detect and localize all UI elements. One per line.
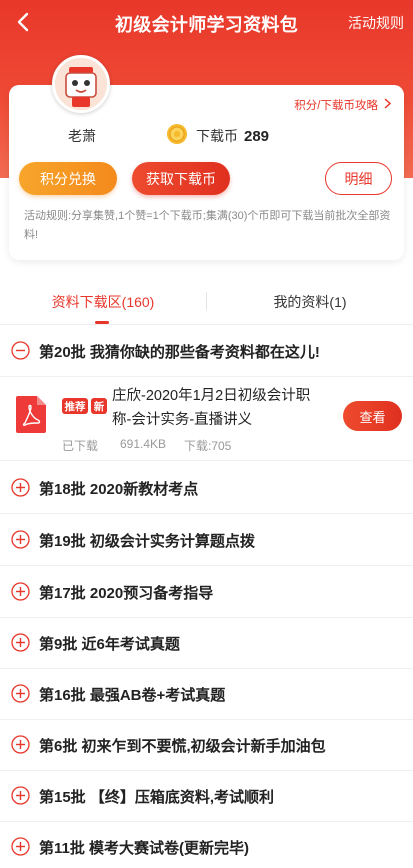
top-bar: 初级会计师学习资料包 活动规则 [0,0,413,46]
batch-row-20[interactable]: 第20批 我猜你缺的那些备考资料都在这儿! [0,325,413,377]
file-size: 691.4KB [120,437,167,451]
avatar-robot-icon [55,58,107,110]
expand-plus-icon[interactable] [11,735,30,754]
avatar[interactable] [52,55,110,113]
username: 老萧 [68,128,96,144]
get-coins-button[interactable]: 获取下载币 [132,162,230,195]
file-title-line1: 庄欣-2020年1月2日初级会计职 [112,388,311,404]
batch-row-18[interactable]: 第18批 2020新教材考点 [0,462,413,514]
batch-title: 第20批 我猜你缺的那些备考资料都在这儿! [39,344,320,361]
expand-plus-icon[interactable] [11,837,30,856]
new-badge: 新 [91,398,107,414]
expand-plus-icon[interactable] [11,684,30,703]
batch-row-17[interactable]: 第17批 2020预习备考指导 [0,566,413,618]
expand-plus-icon[interactable] [11,530,30,549]
view-button[interactable]: 查看 [343,401,402,431]
detail-button[interactable]: 明细 [325,162,392,195]
chevron-right-icon [384,98,392,112]
batch-row-16[interactable]: 第16批 最强AB卷+考试真题 [0,668,413,720]
tab-my-materials[interactable]: 我的资料(1) [207,285,413,315]
coin-icon [166,123,188,145]
batch-row-11[interactable]: 第11批 模考大赛试卷(更新完毕) [0,821,413,868]
strategy-link[interactable]: 积分/下载币攻略 [294,97,392,113]
batch-title: 第6批 初来乍到不要慌,初级会计新手加油包 [39,738,326,755]
activity-rules-link[interactable]: 活动规则 [348,13,404,33]
batch-title: 第11批 模考大赛试卷(更新完毕) [39,840,250,857]
coin-label-text: 下载币 [196,128,238,144]
expand-plus-icon[interactable] [11,786,30,805]
download-status: 已下载 [62,439,99,453]
batch-row-15[interactable]: 第15批 【终】压箱底资料,考试顺利 [0,770,413,822]
batch-title: 第18批 2020新教材考点 [39,481,199,498]
expand-plus-icon[interactable] [11,633,30,652]
file-title: 庄欣-2020年1月2日初级会计职 称-会计实务-直播讲义 [112,384,332,432]
coin-balance: 下载币 289 [196,126,269,146]
collapse-minus-icon[interactable] [11,341,30,360]
tab-download-area[interactable]: 资料下载区(160) [0,285,206,315]
batch-title: 第17批 2020预习备考指导 [39,585,214,602]
batch-title: 第9批 近6年考试真题 [39,636,180,653]
tab-bar: 资料下载区(160) 我的资料(1) [0,285,413,325]
batch-title: 第15批 【终】压箱底资料,考试顺利 [39,789,275,806]
points-exchange-button[interactable]: 积分兑换 [19,162,117,195]
expand-plus-icon[interactable] [11,582,30,601]
download-count: 下载:705 [184,439,232,453]
file-title-line2: 称-会计实务-直播讲义 [112,412,253,428]
batch-row-9[interactable]: 第9批 近6年考试真题 [0,617,413,669]
batch-row-19[interactable]: 第19批 初级会计实务计算题点拨 [0,514,413,566]
activity-rules-text: 活动规则:分享集赞,1个赞=1个下载币;集满(30)个币即可下载当前批次全部资料… [24,210,391,241]
recommend-badge: 推荐 [62,398,88,414]
batch-row-6[interactable]: 第6批 初来乍到不要慌,初级会计新手加油包 [0,719,413,771]
batch-title: 第19批 初级会计实务计算题点拨 [39,533,255,550]
strategy-link-label: 积分/下载币攻略 [294,100,378,112]
pdf-file-icon [16,396,46,433]
expand-plus-icon[interactable] [11,478,30,497]
coin-count: 289 [244,128,270,145]
batch-title: 第16批 最强AB卷+考试真题 [39,687,226,704]
